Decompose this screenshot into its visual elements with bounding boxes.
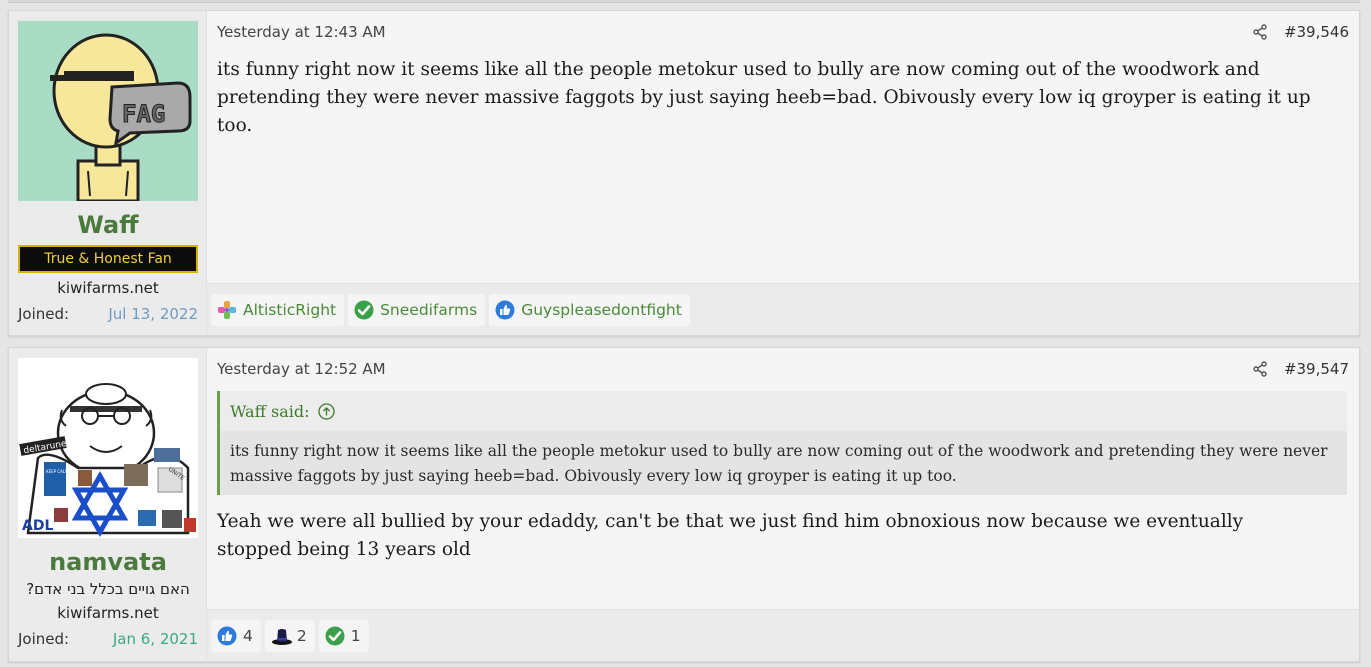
- share-icon[interactable]: [1252, 24, 1268, 40]
- quote-text: its funny right now it seems like all th…: [220, 431, 1347, 495]
- joined-row: Joined: Jul 13, 2022: [18, 305, 198, 323]
- post-main: Yesterday at 12:43 AM #39,546 its funny …: [207, 11, 1359, 335]
- reaction-tophat-count[interactable]: 2: [264, 619, 315, 652]
- top-hat-icon: [271, 626, 292, 646]
- reaction-user-label: Guyspleasedontfight: [521, 300, 682, 319]
- reaction-user-label: AltisticRight: [243, 300, 337, 319]
- post-meta: #39,547: [1252, 360, 1349, 378]
- quote-block: Waff said: its funny right now it seems …: [217, 391, 1347, 495]
- post-meta: #39,546: [1252, 23, 1349, 41]
- reaction-count: 4: [243, 626, 253, 645]
- reaction-agree-count[interactable]: 1: [318, 619, 369, 652]
- post: FAG Waff True & Honest Fan kiwifarms.net…: [8, 10, 1360, 336]
- green-check-icon: [354, 300, 374, 320]
- post-main: Yesterday at 12:52 AM #39,547 Waff said:…: [207, 348, 1359, 661]
- reactions-bar: AltisticRight Sneedifarms Guyspleasedont…: [207, 283, 1359, 335]
- reaction-count: 2: [296, 626, 307, 645]
- joined-label: Joined:: [18, 630, 70, 648]
- thumbs-up-icon: [495, 300, 515, 320]
- thumbs-up-icon: [217, 626, 237, 646]
- user-info-panel: deltarune KEEP CALM AND DESTROY HAMAS: [9, 348, 207, 661]
- arrow-up-circle-icon[interactable]: [317, 402, 335, 420]
- user-title-badge: True & Honest Fan: [18, 245, 198, 273]
- joined-date: Jul 13, 2022: [108, 305, 198, 323]
- reactions-bar: 4 2 1: [207, 609, 1359, 661]
- reaction-sneedifarms[interactable]: Sneedifarms: [348, 293, 486, 326]
- previous-post-edge: [8, 0, 1360, 3]
- post-date[interactable]: Yesterday at 12:43 AM: [217, 23, 386, 41]
- avatar[interactable]: FAG: [18, 21, 198, 201]
- quote-author[interactable]: Waff said:: [230, 402, 310, 421]
- post-body: its funny right now it seems like all th…: [217, 59, 1311, 136]
- username[interactable]: namvata: [9, 548, 207, 576]
- post: deltarune KEEP CALM AND DESTROY HAMAS: [8, 347, 1360, 662]
- reaction-altisticright[interactable]: AltisticRight: [211, 293, 345, 326]
- green-check-icon: [325, 626, 345, 646]
- user-info-panel: FAG Waff True & Honest Fan kiwifarms.net…: [9, 11, 207, 335]
- post-number-link[interactable]: #39,547: [1284, 360, 1349, 378]
- joined-date: Jan 6, 2021: [112, 630, 198, 648]
- post-number-link[interactable]: #39,546: [1284, 23, 1349, 41]
- reaction-user-label: Sneedifarms: [380, 300, 478, 319]
- colorful-flower-icon: [217, 300, 237, 320]
- joined-row: Joined: Jan 6, 2021: [18, 630, 198, 648]
- user-site: kiwifarms.net: [57, 604, 159, 622]
- avatar-adl-text: ADL: [22, 518, 53, 534]
- avatar[interactable]: deltarune KEEP CALM AND DESTROY HAMAS: [18, 358, 198, 538]
- username[interactable]: Waff: [9, 211, 207, 239]
- quote-header[interactable]: Waff said:: [220, 391, 1347, 431]
- post-body: Yeah we were all bullied by your edaddy,…: [217, 511, 1244, 560]
- avatar-text: FAG: [122, 100, 165, 128]
- user-site: kiwifarms.net: [57, 279, 159, 297]
- joined-label: Joined:: [18, 305, 70, 323]
- reaction-count: 1: [350, 626, 361, 645]
- reaction-guyspleasedontfight[interactable]: Guyspleasedontfight: [489, 293, 690, 326]
- share-icon[interactable]: [1252, 361, 1268, 377]
- reaction-like-count[interactable]: 4: [211, 619, 261, 652]
- post-date[interactable]: Yesterday at 12:52 AM: [217, 360, 386, 378]
- user-title: האם גויים בכלל בני אדם?: [26, 580, 190, 598]
